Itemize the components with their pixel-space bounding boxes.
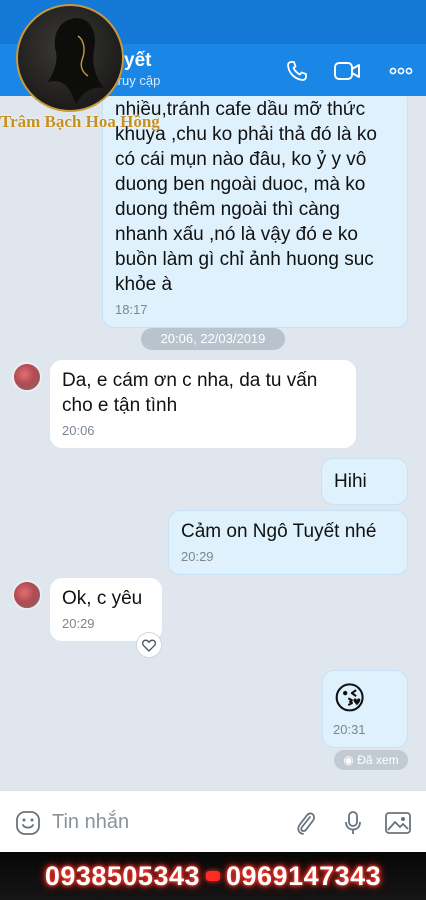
avatar[interactable]	[12, 362, 42, 392]
message-time: 18:17	[115, 302, 148, 317]
avatar[interactable]	[12, 580, 42, 610]
more-dots-icon	[389, 67, 413, 75]
woman-silhouette-icon	[48, 18, 104, 104]
message-bubble-sent[interactable]: 😘 20:31	[322, 670, 408, 748]
phone-separator-icon	[206, 871, 220, 881]
date-separator: 20:06, 22/03/2019	[141, 328, 285, 350]
call-button[interactable]	[282, 56, 312, 86]
smiley-icon	[16, 811, 40, 835]
message-bubble-received[interactable]: Da, e cám ơn c nha, da tu vấn cho e tận …	[50, 360, 356, 448]
message-time: 20:31	[333, 722, 366, 737]
message-text: Hihi	[334, 471, 367, 492]
react-heart-button[interactable]	[136, 632, 162, 658]
phone-number-2: 0969147343	[226, 860, 382, 891]
message-bubble-sent[interactable]: Cảm on Ngô Tuyết nhé 20:29	[168, 510, 408, 575]
phone-icon	[287, 61, 307, 81]
image-button[interactable]	[384, 809, 412, 837]
message-composer: Tin nhắn	[0, 790, 426, 852]
heart-icon	[142, 639, 156, 652]
eye-icon: ◉	[343, 753, 354, 767]
video-camera-icon	[334, 62, 360, 80]
voice-button[interactable]	[339, 809, 367, 837]
chat-area[interactable]: nhiều,tránh cafe dầu mỡ thức khuya ,chu …	[0, 96, 426, 790]
image-icon	[385, 812, 411, 834]
kiss-emoji: 😘	[333, 680, 367, 716]
emoji-button[interactable]	[14, 809, 42, 837]
phone-banner: 0938505343 0969147343	[0, 852, 426, 900]
seen-status: ◉ Đã xem	[334, 750, 408, 770]
message-time: 20:06	[62, 423, 95, 438]
microphone-icon	[345, 811, 361, 834]
more-options-button[interactable]	[386, 56, 416, 86]
message-time: 20:29	[62, 616, 95, 631]
message-input[interactable]: Tin nhắn	[52, 809, 129, 835]
watermark-logo	[16, 4, 124, 112]
message-text: Da, e cám ơn c nha, da tu vấn cho e tận …	[62, 370, 318, 416]
message-bubble-sent[interactable]: Hihi	[321, 458, 408, 505]
paperclip-icon	[297, 812, 315, 835]
message-time: 20:29	[181, 549, 214, 564]
watermark-text: Trâm Bạch Hoa Hồng	[0, 112, 160, 131]
video-call-button[interactable]	[332, 56, 362, 86]
seen-label: Đã xem	[357, 753, 399, 767]
phone-number-1: 0938505343	[44, 860, 200, 891]
message-text: Cảm on Ngô Tuyết nhé	[181, 521, 377, 542]
message-text: Ok, c yêu	[62, 588, 143, 609]
attach-button[interactable]	[292, 809, 320, 837]
